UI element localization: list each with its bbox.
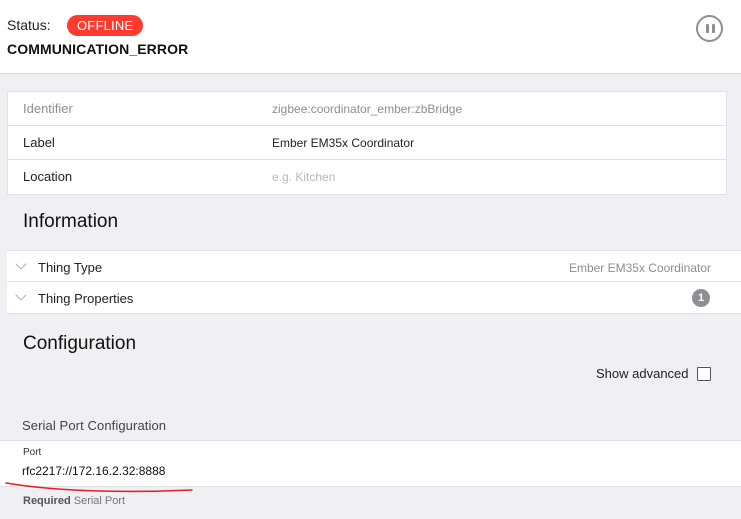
show-advanced-label[interactable]: Show advanced	[596, 366, 689, 381]
thing-type-label: Thing Type	[38, 260, 103, 275]
thing-properties-label: Thing Properties	[38, 291, 134, 306]
thing-properties-list: Identifier zigbee:coordinator_ember:zbBr…	[7, 91, 727, 195]
status-panel: Status: OFFLINE COMMUNICATION_ERROR	[0, 0, 741, 74]
thing-type-value: Ember EM35x Coordinator	[568, 261, 711, 275]
location-row[interactable]: Location e.g. Kitchen	[8, 160, 726, 194]
chevron-down-icon	[15, 289, 27, 301]
annotation-stroke	[5, 482, 193, 493]
show-advanced-checkbox[interactable]	[697, 367, 711, 381]
config-group-title: Serial Port Configuration	[22, 418, 167, 433]
status-detail: COMMUNICATION_ERROR	[7, 41, 189, 57]
information-title: Information	[23, 211, 119, 232]
configuration-title: Configuration	[23, 333, 137, 354]
information-list: Thing Type Ember EM35x Coordinator Thing…	[7, 250, 741, 314]
thing-properties-row[interactable]: Thing Properties 1	[7, 282, 741, 313]
status-badge: OFFLINE	[67, 15, 144, 36]
identifier-label: Identifier	[23, 101, 73, 116]
label-label: Label	[23, 135, 55, 150]
chevron-down-icon	[15, 258, 27, 270]
label-row[interactable]: Label Ember EM35x Coordinator	[8, 126, 726, 160]
required-label: Required	[23, 495, 71, 507]
label-value[interactable]: Ember EM35x Coordinator	[272, 136, 414, 150]
location-label: Location	[23, 169, 73, 184]
port-hint-text: Serial Port	[73, 495, 126, 507]
pause-button[interactable]	[696, 15, 723, 42]
status-label: Status:	[7, 17, 51, 33]
identifier-value: zigbee:coordinator_ember:zbBridge	[272, 102, 463, 116]
location-input[interactable]: e.g. Kitchen	[272, 170, 335, 184]
port-hint: Required Serial Port	[23, 495, 125, 507]
port-label: Port	[23, 447, 42, 458]
count-badge: 1	[692, 289, 710, 307]
thing-type-row[interactable]: Thing Type Ember EM35x Coordinator	[7, 251, 741, 282]
identifier-row: Identifier zigbee:coordinator_ember:zbBr…	[8, 92, 726, 126]
